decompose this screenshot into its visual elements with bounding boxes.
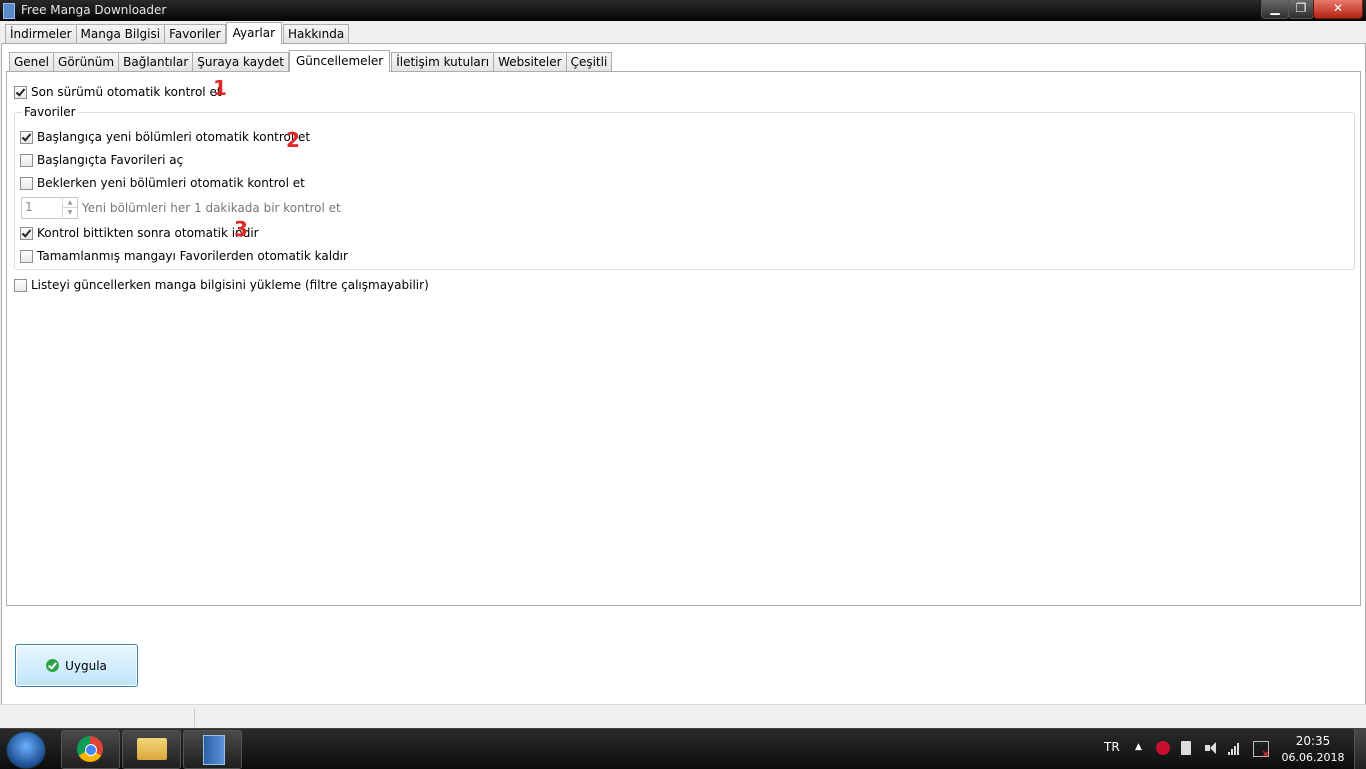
interval-label: Yeni bölümleri her 1 dakikada bir kontro… (82, 201, 341, 215)
auto-check-latest-checkbox[interactable] (14, 85, 27, 99)
auto-download-row[interactable]: Kontrol bittikten sonra otomatik indir (20, 226, 259, 240)
check-while-idle-row[interactable]: Beklerken yeni bölümleri otomatik kontro… (20, 176, 305, 190)
main-tabs: İndirmeler Manga Bilgisi Favoriler Ayarl… (5, 22, 350, 44)
taskbar-item-explorer[interactable] (122, 730, 181, 769)
subtab-baglantilar[interactable]: Bağlantılar (118, 52, 194, 72)
tab-indirmeler[interactable]: İndirmeler (5, 24, 77, 44)
start-button[interactable] (6, 731, 46, 769)
check-while-idle-checkbox[interactable] (20, 176, 33, 190)
subtab-gorunum[interactable]: Görünüm (53, 52, 120, 72)
taskbar-item-chrome[interactable] (61, 730, 120, 769)
file-explorer-icon (137, 738, 167, 760)
auto-download-label: Kontrol bittikten sonra otomatik indir (37, 226, 259, 240)
subtab-iletisim-kutulari[interactable]: İletişim kutuları (391, 52, 495, 72)
skip-manga-info-label: Listeyi güncellerken manga bilgisini yük… (31, 278, 429, 292)
status-bar (0, 704, 1366, 729)
subtab-genel[interactable]: Genel (9, 52, 55, 72)
maximize-icon: ❐ (1295, 1, 1307, 15)
tab-favoriler[interactable]: Favoriler (164, 24, 226, 44)
annotation-marker-1: 1 (213, 76, 227, 100)
volume-icon[interactable] (1205, 741, 1219, 755)
tab-ayarlar[interactable]: Ayarlar (225, 22, 283, 44)
interval-value: 1 (25, 200, 33, 214)
taskbar: TR ▲ 20:35 06.06.2018 (0, 728, 1366, 769)
app-icon (3, 3, 15, 19)
minimize-icon: ▁ (1270, 1, 1280, 15)
check-new-on-start-checkbox[interactable] (20, 130, 33, 144)
subtab-suraya-kaydet[interactable]: Şuraya kaydet (192, 52, 289, 72)
network-icon[interactable] (1253, 741, 1270, 760)
check-new-on-start-row[interactable]: Başlangıça yeni bölümleri otomatik kontr… (20, 130, 310, 144)
window-title: Free Manga Downloader (21, 3, 167, 17)
language-indicator[interactable]: TR (1104, 740, 1120, 754)
subtab-cesitli[interactable]: Çeşitli (565, 52, 613, 72)
interval-spinbox[interactable]: 1 ▲ ▼ (21, 197, 78, 219)
auto-check-latest-label: Son sürümü otomatik kontrol et (31, 85, 222, 99)
auto-download-checkbox[interactable] (20, 226, 33, 240)
apply-button-label: Uygula (65, 658, 107, 673)
annotation-marker-2: 2 (286, 128, 300, 152)
annotation-marker-3: 3 (234, 217, 248, 241)
chrome-icon (77, 736, 103, 762)
clock-time[interactable]: 20:35 (1283, 734, 1343, 748)
antivirus-icon[interactable] (1156, 741, 1170, 755)
check-circle-icon (46, 659, 60, 672)
show-desktop-button[interactable] (1354, 729, 1366, 769)
favorites-legend: Favoriler (22, 105, 78, 119)
auto-remove-completed-label: Tamamlanmış mangayı Favorilerden otomati… (37, 249, 348, 263)
auto-remove-completed-row[interactable]: Tamamlanmış mangayı Favorilerden otomati… (20, 249, 348, 263)
title-bar: Free Manga Downloader ▁ ❐ ✕ (0, 0, 1366, 21)
maximize-button[interactable]: ❐ (1288, 0, 1314, 19)
status-divider (194, 709, 195, 727)
subtab-websiteler[interactable]: Websiteler (493, 52, 567, 72)
settings-sub-tabs: Genel Görünüm Bağlantılar Şuraya kaydet … (9, 50, 613, 72)
spin-down-icon[interactable]: ▼ (62, 208, 77, 217)
check-new-on-start-label: Başlangıça yeni bölümleri otomatik kontr… (37, 130, 311, 144)
auto-check-latest-row[interactable]: Son sürümü otomatik kontrol et (14, 85, 222, 99)
open-on-start-label: Başlangıçta Favorileri aç (37, 153, 184, 167)
auto-remove-completed-checkbox[interactable] (20, 249, 33, 263)
skip-manga-info-row[interactable]: Listeyi güncellerken manga bilgisini yük… (14, 278, 429, 292)
clock-date[interactable]: 06.06.2018 (1281, 751, 1345, 764)
tab-manga-bilgisi[interactable]: Manga Bilgisi (75, 24, 166, 44)
close-icon: ✕ (1332, 1, 1344, 15)
apply-button[interactable]: Uygula (15, 644, 138, 687)
spin-up-icon[interactable]: ▲ (62, 198, 77, 208)
open-on-start-row[interactable]: Başlangıçta Favorileri aç (20, 153, 183, 167)
tab-hakkinda[interactable]: Hakkında (283, 24, 350, 44)
check-while-idle-label: Beklerken yeni bölümleri otomatik kontro… (37, 176, 305, 190)
free-manga-downloader-icon (203, 735, 225, 765)
taskbar-item-free-manga-downloader[interactable] (183, 730, 242, 769)
signal-icon[interactable] (1228, 741, 1242, 755)
close-button[interactable]: ✕ (1313, 0, 1363, 19)
minimize-button[interactable]: ▁ (1261, 0, 1289, 19)
open-on-start-checkbox[interactable] (20, 153, 33, 167)
power-icon[interactable] (1181, 741, 1191, 755)
subtab-guncellemeler[interactable]: Güncellemeler (288, 50, 391, 72)
tray-expand-icon[interactable]: ▲ (1135, 742, 1142, 752)
skip-manga-info-checkbox[interactable] (14, 278, 27, 292)
